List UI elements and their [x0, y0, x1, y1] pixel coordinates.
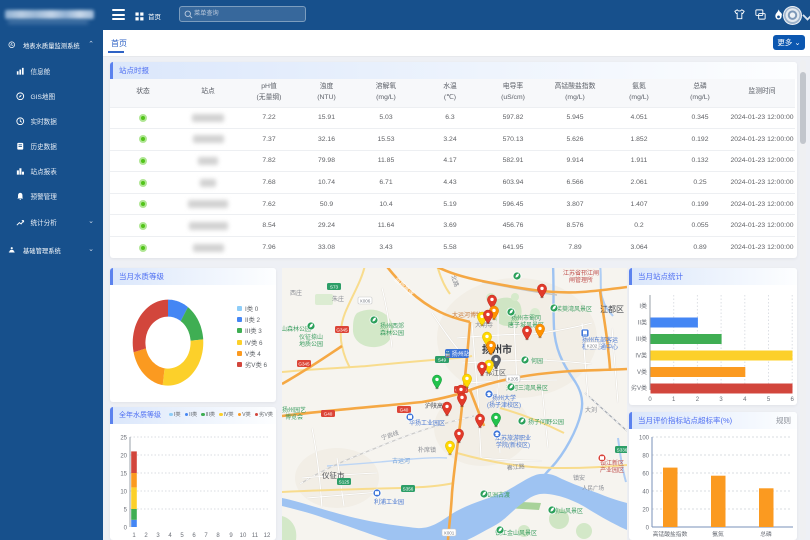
svg-text:(扬子津校区): (扬子津校区): [487, 401, 521, 409]
svg-text:扬州园艺: 扬州园艺: [282, 406, 306, 414]
svg-text:学院(新校区): 学院(新校区): [496, 441, 530, 449]
svg-text:人民广场: 人民广场: [582, 484, 605, 492]
svg-text:仪征捺山: 仪征捺山: [299, 333, 323, 341]
svg-text:40: 40: [642, 490, 649, 496]
svg-text:古运河: 古运河: [392, 457, 410, 465]
svg-text:S49: S49: [438, 357, 447, 362]
svg-text:S356: S356: [403, 486, 414, 491]
svg-text:10: 10: [120, 490, 127, 496]
svg-text:20: 20: [120, 454, 127, 460]
svg-text:80: 80: [642, 454, 649, 460]
svg-text:20: 20: [642, 508, 649, 514]
svg-text:大刘: 大刘: [585, 406, 597, 414]
svg-text:地质公园: 地质公园: [299, 340, 323, 348]
svg-text:100: 100: [639, 436, 650, 442]
svg-text:华扬工业园区: 华扬工业园区: [409, 419, 445, 427]
svg-text:江都区: 江都区: [600, 305, 624, 314]
svg-text:4: 4: [743, 397, 747, 403]
svg-text:II类: II类: [638, 319, 647, 327]
svg-text:10: 10: [240, 533, 247, 539]
svg-text:茱萸湾风景区: 茱萸湾风景区: [556, 305, 592, 313]
svg-text:镇安: 镇安: [573, 474, 585, 482]
svg-text:8: 8: [216, 533, 220, 539]
svg-text:4: 4: [168, 533, 172, 539]
svg-text:氨氮: 氨氮: [712, 530, 724, 538]
svg-text:扬子问野公园: 扬子问野公园: [528, 418, 564, 426]
svg-text:5: 5: [180, 533, 184, 539]
svg-text:G345: G345: [298, 361, 310, 366]
svg-text:0: 0: [646, 526, 650, 532]
svg-text:森林公园: 森林公园: [380, 329, 404, 337]
svg-text:5: 5: [124, 508, 128, 514]
svg-text:S336: S336: [617, 447, 627, 452]
svg-text:15: 15: [120, 472, 127, 478]
svg-text:劣V类: 劣V类: [631, 384, 647, 392]
svg-text:1: 1: [672, 397, 676, 403]
svg-text:总磷: 总磷: [760, 530, 772, 538]
svg-text:2: 2: [144, 533, 148, 539]
svg-text:闸管理所: 闸管理所: [569, 276, 593, 284]
svg-text:60: 60: [642, 472, 649, 478]
svg-text:9: 9: [229, 533, 233, 539]
svg-text:西庄: 西庄: [290, 289, 302, 297]
svg-text:3: 3: [719, 397, 723, 403]
svg-text:6: 6: [192, 533, 196, 539]
svg-text:2: 2: [696, 397, 700, 403]
svg-text:G345: G345: [336, 327, 348, 332]
svg-text:博览会: 博览会: [285, 413, 303, 421]
svg-text:产业园区: 产业园区: [600, 466, 624, 474]
svg-text:G40: G40: [400, 407, 409, 412]
svg-text:1: 1: [132, 533, 136, 539]
svg-text:V类: V类: [637, 368, 647, 376]
svg-text:🚆扬州站: 🚆扬州站: [444, 350, 469, 358]
svg-text:X001: X001: [444, 530, 455, 535]
svg-text:K205: K205: [508, 376, 519, 381]
svg-text:扬州西郊: 扬州西郊: [380, 322, 404, 330]
svg-text:瓜洲古渡: 瓜洲古渡: [486, 491, 510, 499]
svg-text:12: 12: [264, 533, 271, 539]
svg-text:X006: X006: [360, 298, 371, 303]
svg-text:11: 11: [252, 533, 259, 539]
svg-text:何园: 何园: [531, 357, 543, 365]
svg-text:K202: K202: [587, 343, 598, 348]
svg-text:6: 6: [791, 397, 795, 403]
svg-text:朱庄: 朱庄: [332, 295, 344, 303]
svg-text:焦山风景区: 焦山风景区: [553, 507, 583, 515]
svg-text:IV类: IV类: [635, 352, 647, 360]
svg-text:0: 0: [648, 397, 652, 403]
svg-text:扬州大学: 扬州大学: [492, 394, 516, 402]
svg-text:III类: III类: [636, 335, 647, 343]
svg-text:25: 25: [120, 436, 127, 442]
svg-text:3: 3: [156, 533, 160, 539]
svg-text:0: 0: [124, 526, 128, 532]
svg-text:7: 7: [204, 533, 208, 539]
svg-text:江苏省邗江闸: 江苏省邗江闸: [563, 269, 599, 277]
svg-text:高锰酸盐指数: 高锰酸盐指数: [653, 530, 688, 538]
svg-text:朴席镇: 朴席镇: [418, 446, 436, 454]
svg-text:5: 5: [767, 397, 771, 403]
svg-text:S73: S73: [330, 284, 339, 289]
svg-text:G40: G40: [324, 411, 333, 416]
svg-text:扬州市蜀冈: 扬州市蜀冈: [511, 314, 541, 322]
svg-text:利浦工业园: 利浦工业园: [374, 498, 404, 506]
svg-text:I类: I类: [639, 302, 647, 310]
svg-text:S125: S125: [339, 479, 350, 484]
